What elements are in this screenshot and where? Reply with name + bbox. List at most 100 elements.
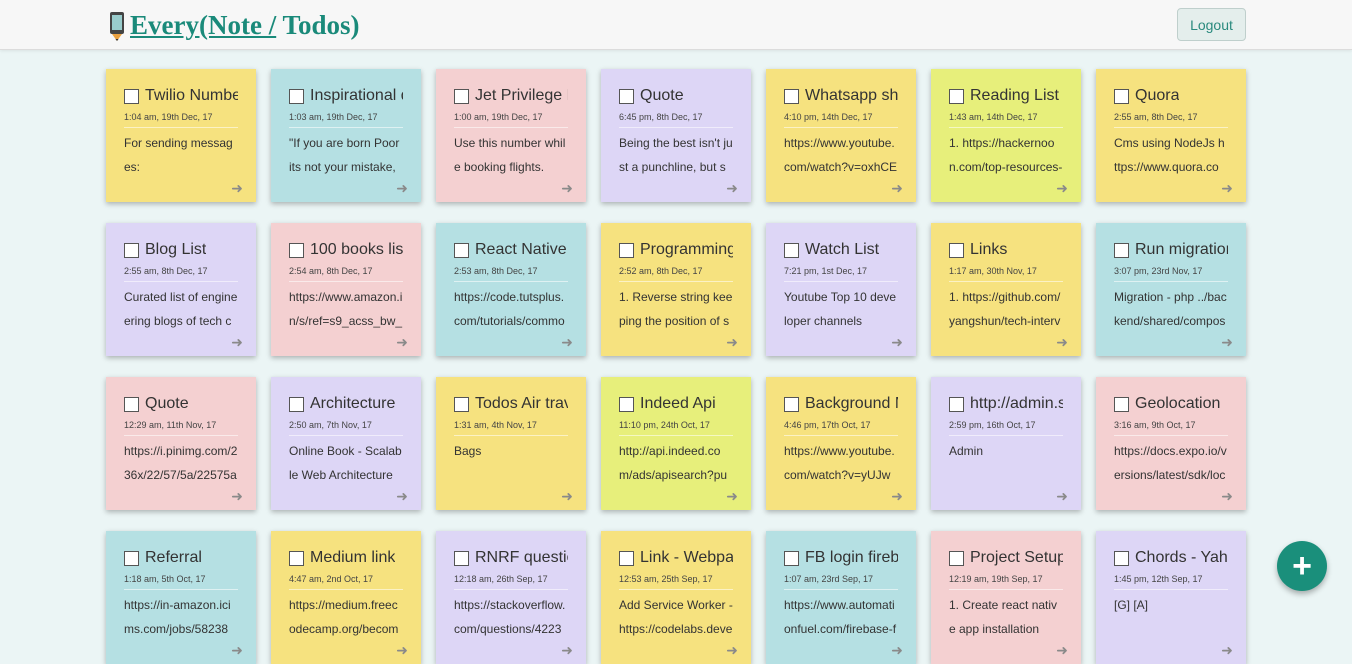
arrow-right-icon[interactable]: ➜	[231, 180, 243, 197]
arrow-right-icon[interactable]: ➜	[1221, 642, 1233, 659]
arrow-right-icon[interactable]: ➜	[891, 334, 903, 351]
note-checkbox[interactable]	[784, 550, 799, 566]
note-card[interactable]: Todos Air travel 1:31 am, 4th Nov, 17 Bags…	[436, 377, 586, 510]
note-card[interactable]: http://admin.s 2:59 pm, 16th Oct, 17 Admin…	[931, 377, 1081, 510]
note-checkbox[interactable]	[1114, 242, 1129, 258]
note-checkbox[interactable]	[124, 88, 139, 104]
note-card[interactable]: Project Setup 12:19 am, 19th Sep, 17 1. Cr…	[931, 531, 1081, 664]
note-checkbox[interactable]	[289, 550, 304, 566]
note-title[interactable]: FB login firebase	[805, 549, 898, 567]
note-card[interactable]: Reading List 1:43 am, 14th Dec, 17 1. http…	[931, 69, 1081, 202]
arrow-right-icon[interactable]: ➜	[726, 642, 738, 659]
note-checkbox[interactable]	[949, 242, 964, 258]
arrow-right-icon[interactable]: ➜	[1221, 180, 1233, 197]
note-card[interactable]: RNRF questions 12:18 am, 26th Sep, 17 http…	[436, 531, 586, 664]
arrow-right-icon[interactable]: ➜	[396, 488, 408, 505]
note-card[interactable]: Chords - Yahoo 1:45 pm, 12th Sep, 17 [G] […	[1096, 531, 1246, 664]
note-title[interactable]: Jet Privilege Number	[475, 87, 568, 105]
note-card[interactable]: 100 books list 2:54 am, 8th Dec, 17 https:…	[271, 223, 421, 356]
note-checkbox[interactable]	[619, 550, 634, 566]
arrow-right-icon[interactable]: ➜	[396, 334, 408, 351]
note-checkbox[interactable]	[784, 88, 799, 104]
note-card[interactable]: Links 1:17 am, 30th Nov, 17 1. https://git…	[931, 223, 1081, 356]
note-checkbox[interactable]	[784, 396, 799, 412]
note-title[interactable]: Todos Air travel	[475, 395, 568, 413]
arrow-right-icon[interactable]: ➜	[891, 488, 903, 505]
note-card[interactable]: Indeed Api 11:10 pm, 24th Oct, 17 http://a…	[601, 377, 751, 510]
note-card[interactable]: Geolocation 3:16 am, 9th Oct, 17 https://d…	[1096, 377, 1246, 510]
note-card[interactable]: Run migrations 3:07 pm, 23rd Nov, 17 Migra…	[1096, 223, 1246, 356]
note-card[interactable]: Twilio Number 1:04 am, 19th Dec, 17 For se…	[106, 69, 256, 202]
add-note-button[interactable]: +	[1277, 541, 1327, 591]
note-card[interactable]: Medium link 4:47 am, 2nd Oct, 17 https://m…	[271, 531, 421, 664]
arrow-right-icon[interactable]: ➜	[561, 642, 573, 659]
note-title[interactable]: Geolocation	[1135, 395, 1220, 413]
note-title[interactable]: Project Setup	[970, 549, 1063, 567]
arrow-right-icon[interactable]: ➜	[726, 334, 738, 351]
note-title[interactable]: Watch List	[805, 241, 879, 259]
note-title[interactable]: Architecture	[310, 395, 395, 413]
note-title[interactable]: Quote	[640, 87, 684, 105]
note-title[interactable]: http://admin.s	[970, 395, 1063, 413]
note-checkbox[interactable]	[454, 88, 469, 104]
note-title[interactable]: Twilio Number	[145, 87, 238, 105]
arrow-right-icon[interactable]: ➜	[1221, 488, 1233, 505]
note-checkbox[interactable]	[1114, 88, 1129, 104]
note-title[interactable]: Blog List	[145, 241, 206, 259]
note-checkbox[interactable]	[289, 88, 304, 104]
arrow-right-icon[interactable]: ➜	[231, 334, 243, 351]
note-title[interactable]: RNRF questions	[475, 549, 568, 567]
note-title[interactable]: Inspirational quotes	[310, 87, 403, 105]
note-card[interactable]: Architecture 2:50 am, 7th Nov, 17 Online B…	[271, 377, 421, 510]
arrow-right-icon[interactable]: ➜	[561, 334, 573, 351]
arrow-right-icon[interactable]: ➜	[1056, 642, 1068, 659]
note-title[interactable]: Whatsapp share	[805, 87, 898, 105]
note-checkbox[interactable]	[619, 396, 634, 412]
arrow-right-icon[interactable]: ➜	[1056, 180, 1068, 197]
note-title[interactable]: Programming	[640, 241, 733, 259]
arrow-right-icon[interactable]: ➜	[561, 488, 573, 505]
note-checkbox[interactable]	[454, 396, 469, 412]
arrow-right-icon[interactable]: ➜	[891, 180, 903, 197]
note-card[interactable]: Blog List 2:55 am, 8th Dec, 17 Curated lis…	[106, 223, 256, 356]
note-checkbox[interactable]	[289, 242, 304, 258]
note-title[interactable]: Reading List	[970, 87, 1059, 105]
note-checkbox[interactable]	[124, 242, 139, 258]
note-card[interactable]: Quote 12:29 am, 11th Nov, 17 https://i.pin…	[106, 377, 256, 510]
app-title-link[interactable]: Every(Note /	[130, 10, 276, 40]
note-card[interactable]: Quora 2:55 am, 8th Dec, 17 Cms using NodeJ…	[1096, 69, 1246, 202]
note-card[interactable]: Watch List 7:21 pm, 1st Dec, 17 Youtube To…	[766, 223, 916, 356]
arrow-right-icon[interactable]: ➜	[891, 642, 903, 659]
note-title[interactable]: Links	[970, 241, 1007, 259]
note-title[interactable]: Quote	[145, 395, 189, 413]
arrow-right-icon[interactable]: ➜	[396, 180, 408, 197]
note-checkbox[interactable]	[454, 242, 469, 258]
note-card[interactable]: Quote 6:45 pm, 8th Dec, 17 Being the best …	[601, 69, 751, 202]
note-checkbox[interactable]	[454, 550, 469, 566]
note-title[interactable]: Chords - Yahoo	[1135, 549, 1228, 567]
note-card[interactable]: FB login firebase 1:07 am, 23rd Sep, 17 ht…	[766, 531, 916, 664]
note-title[interactable]: Link - Webpack	[640, 549, 733, 567]
note-title[interactable]: Medium link	[310, 549, 395, 567]
note-title[interactable]: Referral	[145, 549, 202, 567]
note-card[interactable]: Referral 1:18 am, 5th Oct, 17 https://in-a…	[106, 531, 256, 664]
note-checkbox[interactable]	[124, 396, 139, 412]
arrow-right-icon[interactable]: ➜	[1056, 334, 1068, 351]
note-title[interactable]: Quora	[1135, 87, 1179, 105]
arrow-right-icon[interactable]: ➜	[726, 488, 738, 505]
logout-button[interactable]: Logout	[1177, 8, 1246, 41]
note-card[interactable]: React Native 2:53 am, 8th Dec, 17 https://…	[436, 223, 586, 356]
note-title[interactable]: React Native	[475, 241, 567, 259]
note-card[interactable]: Inspirational quotes 1:03 am, 19th Dec, 1…	[271, 69, 421, 202]
brand[interactable]: Every(Note / Todos)	[108, 8, 360, 42]
arrow-right-icon[interactable]: ➜	[231, 642, 243, 659]
note-card[interactable]: Link - Webpack 12:53 am, 25th Sep, 17 Add …	[601, 531, 751, 664]
arrow-right-icon[interactable]: ➜	[231, 488, 243, 505]
note-checkbox[interactable]	[124, 550, 139, 566]
note-card[interactable]: Programming 2:52 am, 8th Dec, 17 1. Revers…	[601, 223, 751, 356]
note-checkbox[interactable]	[1114, 550, 1129, 566]
note-checkbox[interactable]	[619, 242, 634, 258]
arrow-right-icon[interactable]: ➜	[1221, 334, 1233, 351]
note-checkbox[interactable]	[949, 550, 964, 566]
note-title[interactable]: Background Music	[805, 395, 898, 413]
